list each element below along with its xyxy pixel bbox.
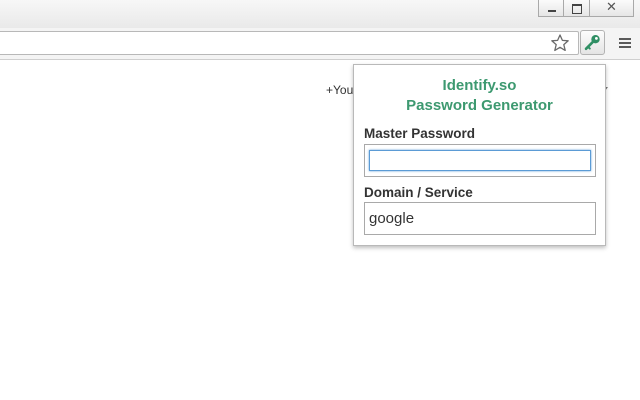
- domain-service-value[interactable]: google: [369, 210, 414, 227]
- identify-extension-button[interactable]: [580, 30, 605, 55]
- plus-you-link[interactable]: +You: [326, 83, 353, 97]
- restore-button[interactable]: [564, 0, 590, 17]
- window-controls: ✕: [538, 0, 634, 18]
- hamburger-menu-icon[interactable]: [614, 32, 636, 54]
- browser-toolbar: [0, 28, 640, 60]
- master-password-label: Master Password: [364, 126, 476, 141]
- popup-title-brand: Identify.so: [442, 77, 517, 94]
- master-password-field: [364, 144, 596, 177]
- popup-title-subtitle: Password Generator: [406, 97, 553, 114]
- close-icon: ✕: [606, 0, 617, 15]
- domain-service-field[interactable]: google: [364, 202, 596, 235]
- master-password-input[interactable]: [369, 150, 591, 171]
- extension-popup: Identify.so Password Generator Master Pa…: [353, 64, 606, 246]
- address-bar[interactable]: [0, 31, 579, 55]
- minimize-button[interactable]: [538, 0, 564, 17]
- popup-title: Identify.so Password Generator: [354, 76, 605, 116]
- star-icon[interactable]: [550, 33, 570, 53]
- key-icon: [584, 35, 600, 51]
- title-bar: ✕: [0, 0, 640, 28]
- domain-service-label: Domain / Service: [364, 185, 473, 200]
- browser-window: ✕ +You Identify.so Password Generator Ma…: [0, 0, 640, 400]
- close-window-button[interactable]: ✕: [590, 0, 634, 17]
